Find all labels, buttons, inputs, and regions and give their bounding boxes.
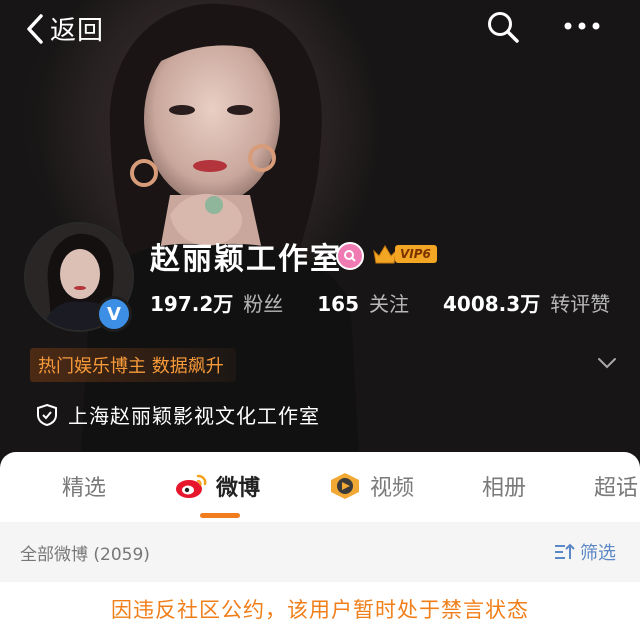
tab-album[interactable]: 相册 xyxy=(482,470,526,502)
tab-super-topic-label: 超话 xyxy=(594,476,639,501)
ban-notice: 因违反社区公约，该用户暂时处于禁言状态 xyxy=(111,598,529,622)
search-button[interactable] xyxy=(486,10,520,48)
tab-video[interactable]: 视频 xyxy=(328,470,414,502)
active-tab-indicator xyxy=(200,513,240,518)
reposts-likes-count: 4008.3万 xyxy=(443,292,541,316)
following-label[interactable]: 关注 xyxy=(369,288,409,317)
hot-blogger-tag[interactable]: 热门娱乐博主 数据飙升 xyxy=(30,348,236,382)
following-count[interactable]: 165 xyxy=(317,292,359,316)
followers-label[interactable]: 粉丝 xyxy=(243,288,283,317)
more-button[interactable] xyxy=(562,18,602,37)
tab-featured-label: 精选 xyxy=(62,476,107,501)
verified-badge-icon: V xyxy=(96,296,132,332)
more-dots-icon xyxy=(564,22,600,30)
shield-check-icon xyxy=(37,403,57,426)
chevron-left-icon xyxy=(27,13,43,44)
all-posts-count[interactable]: 全部微博 (2059) xyxy=(20,540,150,565)
tab-weibo[interactable]: 微博 xyxy=(174,470,260,502)
profile-name: 赵丽颖工作室 xyxy=(150,242,342,277)
tab-super-topic[interactable]: 超话 xyxy=(594,470,638,502)
profile-page: 返回 V 赵丽颖工作室 VIP6 197.2万 粉丝 165 关注 4008.3… xyxy=(0,0,640,635)
chevron-down-icon[interactable] xyxy=(597,357,617,369)
organization-row: 上海赵丽颖影视文化工作室 xyxy=(36,400,320,429)
followers-count[interactable]: 197.2万 xyxy=(150,288,233,317)
content-card: 精选 微博 视频 相册 超话 全部微博 (2059) 筛选 因违反社区公约，该用… xyxy=(0,452,640,635)
tab-featured[interactable]: 精选 xyxy=(62,470,106,502)
vip-badge[interactable]: VIP6 xyxy=(372,243,437,265)
profile-stats: 197.2万 粉丝 165 关注 4008.3万 转评赞 xyxy=(150,288,610,317)
member-badge-icon[interactable] xyxy=(336,242,364,270)
video-play-icon xyxy=(331,473,359,499)
filter-icon xyxy=(555,543,575,559)
feed-filter-bar: 全部微博 (2059) 筛选 xyxy=(0,522,640,582)
weibo-icon xyxy=(176,474,207,498)
tab-weibo-label: 微博 xyxy=(216,476,261,501)
back-label: 返回 xyxy=(50,16,105,46)
filter-button[interactable]: 筛选 xyxy=(554,539,616,565)
vip-level: VIP6 xyxy=(395,245,437,263)
back-button[interactable]: 返回 xyxy=(26,10,104,47)
profile-tabs: 精选 微博 视频 相册 超话 xyxy=(0,452,640,522)
reposts-likes-label: 转评赞 xyxy=(550,292,611,316)
filter-label: 筛选 xyxy=(580,543,616,564)
tab-album-label: 相册 xyxy=(482,476,527,501)
tab-video-label: 视频 xyxy=(370,476,415,501)
search-icon xyxy=(488,12,519,43)
organization-name: 上海赵丽颖影视文化工作室 xyxy=(68,404,320,428)
